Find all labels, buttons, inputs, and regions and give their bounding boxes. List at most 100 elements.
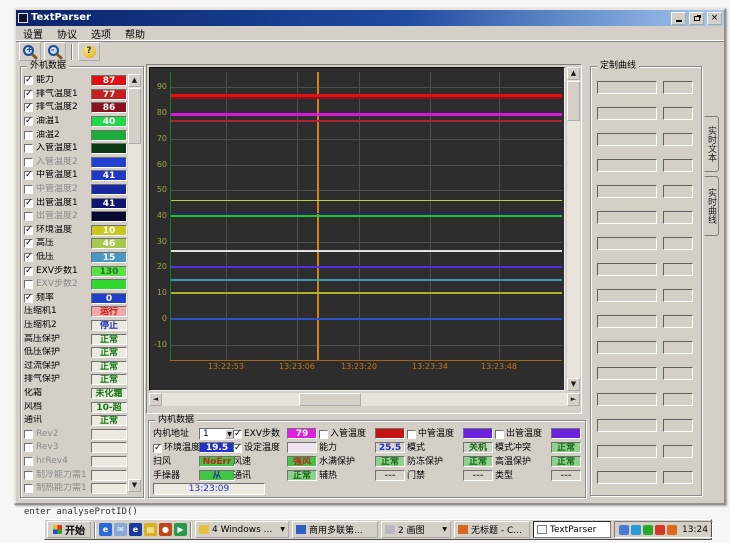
curve-value-button[interactable] — [663, 341, 693, 354]
zoom-in-button[interactable]: + — [19, 42, 41, 61]
curve-name-button[interactable] — [597, 133, 657, 146]
taskbar-button-4[interactable]: 无标题 - C... — [454, 521, 530, 538]
notes-icon[interactable]: ▤ — [144, 523, 157, 536]
scrollbar-thumb[interactable] — [299, 393, 361, 406]
security-icon[interactable]: ● — [159, 523, 172, 536]
checkbox[interactable] — [407, 430, 416, 439]
checkbox[interactable]: ✓ — [24, 76, 33, 85]
curve-value-button[interactable] — [663, 419, 693, 432]
scroll-up-icon[interactable]: ▲ — [128, 74, 141, 87]
checkbox[interactable]: ✓ — [24, 294, 33, 303]
menu-item-2[interactable]: 协议 — [57, 26, 77, 41]
curve-name-button[interactable] — [597, 367, 657, 380]
curve-value-button[interactable] — [663, 445, 693, 458]
chart-horizontal-scrollbar[interactable]: ◄ ► — [149, 393, 580, 406]
scroll-up-icon[interactable]: ▲ — [567, 67, 580, 80]
minimize-button[interactable] — [671, 12, 686, 25]
curve-name-button[interactable] — [597, 211, 657, 224]
chevron-down-icon[interactable]: ▼ — [442, 526, 447, 533]
checkbox[interactable] — [24, 471, 33, 480]
media-icon[interactable]: ▶ — [174, 523, 187, 536]
checkbox[interactable] — [495, 430, 504, 439]
taskbar-button-5[interactable]: TextParser — [533, 521, 611, 538]
curve-value-button[interactable] — [663, 211, 693, 224]
tray-icon-1[interactable] — [619, 525, 629, 535]
checkbox[interactable] — [24, 457, 33, 466]
curve-name-button[interactable] — [597, 341, 657, 354]
curve-value-button[interactable] — [663, 263, 693, 276]
curve-name-button[interactable] — [597, 159, 657, 172]
tray-icon-5[interactable] — [667, 525, 677, 535]
restore-button[interactable] — [689, 12, 704, 25]
browser-icon[interactable]: e — [99, 523, 112, 536]
taskbar-button-3[interactable]: 2 画图▼ — [381, 521, 451, 538]
checkbox[interactable] — [24, 430, 33, 439]
curve-name-button[interactable] — [597, 237, 657, 250]
scroll-down-icon[interactable]: ▼ — [567, 378, 580, 391]
checkbox[interactable] — [24, 484, 33, 493]
checkbox[interactable]: ✓ — [233, 430, 242, 439]
trend-chart[interactable]: 9080706050403020100-1013:22:5313:23:0613… — [149, 67, 565, 391]
checkbox[interactable]: ✓ — [24, 199, 33, 208]
curve-name-button[interactable] — [597, 81, 657, 94]
curve-value-button[interactable] — [663, 289, 693, 302]
checkbox[interactable] — [24, 185, 33, 194]
indoor-address-dropdown[interactable]: 1▼ — [199, 428, 235, 440]
scroll-left-icon[interactable]: ◄ — [149, 393, 162, 406]
checkbox[interactable]: ✓ — [24, 103, 33, 112]
checkbox[interactable] — [24, 280, 33, 289]
curve-value-button[interactable] — [663, 81, 693, 94]
tray-icon-2[interactable] — [631, 525, 641, 535]
menu-item-4[interactable]: 帮助 — [125, 26, 145, 41]
side-tab-1[interactable]: 实时文本 — [704, 116, 719, 172]
scroll-right-icon[interactable]: ► — [567, 393, 580, 406]
curve-value-button[interactable] — [663, 471, 693, 484]
curve-name-button[interactable] — [597, 107, 657, 120]
checkbox[interactable]: ✓ — [233, 444, 242, 453]
curve-name-button[interactable] — [597, 445, 657, 458]
checkbox[interactable] — [319, 430, 328, 439]
chevron-down-icon[interactable]: ▼ — [280, 526, 285, 533]
checkbox[interactable]: ✓ — [24, 267, 33, 276]
curve-name-button[interactable] — [597, 471, 657, 484]
scrollbar-thumb[interactable] — [567, 81, 580, 121]
zoom-out-button[interactable]: - — [44, 42, 66, 61]
checkbox[interactable]: ✓ — [24, 253, 33, 262]
curve-value-button[interactable] — [663, 315, 693, 328]
outdoor-scrollbar[interactable]: ▲ ▼ — [128, 74, 141, 492]
taskbar-button-1[interactable]: 4 Windows ...▼ — [195, 521, 289, 538]
close-button[interactable]: × — [707, 12, 722, 25]
curve-value-button[interactable] — [663, 393, 693, 406]
curve-name-button[interactable] — [597, 419, 657, 432]
side-tab-2[interactable]: 实时曲线 — [704, 176, 719, 236]
mail-icon[interactable]: ✉ — [114, 523, 127, 536]
chart-vertical-scrollbar[interactable]: ▲ ▼ — [567, 67, 580, 391]
tray-icon-4[interactable] — [655, 525, 665, 535]
curve-name-button[interactable] — [597, 393, 657, 406]
checkbox[interactable] — [24, 158, 33, 167]
explorer-icon[interactable]: e — [129, 523, 142, 536]
curve-value-button[interactable] — [663, 237, 693, 250]
start-button[interactable]: 开始 — [47, 521, 91, 538]
curve-name-button[interactable] — [597, 289, 657, 302]
curve-value-button[interactable] — [663, 367, 693, 380]
checkbox[interactable] — [24, 131, 33, 140]
menu-item-3[interactable]: 选项 — [91, 26, 111, 41]
checkbox[interactable]: ✓ — [24, 90, 33, 99]
scroll-down-icon[interactable]: ▼ — [128, 479, 141, 492]
checkbox[interactable] — [24, 212, 33, 221]
checkbox[interactable]: ✓ — [24, 171, 33, 180]
curve-value-button[interactable] — [663, 133, 693, 146]
curve-value-button[interactable] — [663, 107, 693, 120]
curve-name-button[interactable] — [597, 263, 657, 276]
checkbox[interactable] — [24, 144, 33, 153]
tray-icon-3[interactable] — [643, 525, 653, 535]
checkbox[interactable]: ✓ — [24, 117, 33, 126]
curve-value-button[interactable] — [663, 185, 693, 198]
curve-name-button[interactable] — [597, 185, 657, 198]
taskbar-button-2[interactable]: 商用多联第... — [292, 521, 378, 538]
curve-value-button[interactable] — [663, 159, 693, 172]
checkbox[interactable] — [24, 443, 33, 452]
scrollbar-thumb[interactable] — [128, 88, 141, 144]
checkbox[interactable]: ✓ — [24, 226, 33, 235]
